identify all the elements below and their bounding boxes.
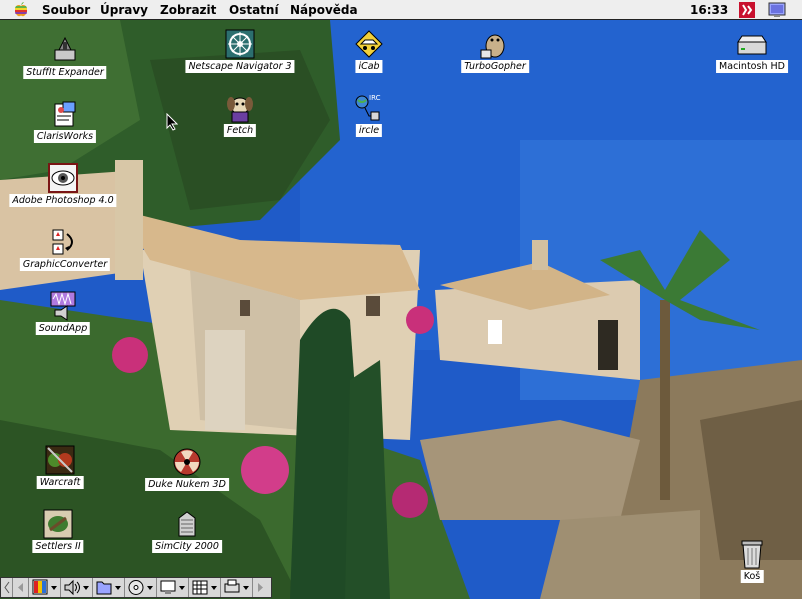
soundapp-icon [50, 291, 76, 321]
icon-ircle[interactable]: IRC ircle [314, 92, 424, 140]
icon-kos-trash[interactable]: Koš [697, 538, 802, 586]
icab-icon [355, 30, 383, 58]
control-strip[interactable] [0, 577, 272, 598]
printer-icon [224, 579, 249, 593]
control-strip-printer[interactable] [221, 578, 253, 597]
color-depth-icon [32, 579, 57, 595]
icon-turbogopher[interactable]: TurboGopher [440, 28, 550, 76]
icon-macintosh-hd[interactable]: Macintosh HD [697, 28, 802, 76]
clarisworks-icon [54, 101, 76, 127]
icon-label: GraphicConverter [19, 258, 111, 271]
graphicconverter-icon [52, 229, 73, 255]
apple-menu-icon[interactable] [13, 2, 29, 18]
control-strip-sound-volume[interactable] [61, 578, 93, 597]
icon-label: ClarisWorks [33, 130, 97, 143]
icon-label: Netscape Navigator 3 [185, 60, 295, 73]
icon-label: Macintosh HD [716, 60, 788, 73]
icon-label: Warcraft [36, 476, 84, 489]
icon-label: TurboGopher [461, 60, 529, 73]
finder-app-icon[interactable] [768, 2, 786, 18]
control-strip-monitor-resolution[interactable] [157, 578, 189, 597]
photoshop-icon [48, 163, 78, 193]
control-strip-scroll-right[interactable] [253, 578, 267, 597]
control-strip-monitor-bit-depth[interactable] [29, 578, 61, 597]
icon-label: StuffIt Expander [23, 66, 107, 79]
icon-stuffit-expander[interactable]: StuffIt Expander [10, 34, 120, 82]
icon-label: Fetch [223, 124, 257, 137]
ircle-icon: IRC [355, 94, 381, 121]
menubar-clock[interactable]: 16:33 [690, 3, 728, 17]
stuffit-icon [54, 36, 76, 61]
settlers-icon [43, 509, 73, 539]
control-strip-collapse-tab[interactable] [1, 578, 13, 597]
icon-label: SimCity 2000 [152, 540, 222, 553]
file-sharing-folder-icon [96, 581, 121, 595]
icon-fetch[interactable]: Fetch [185, 92, 295, 140]
icon-duke-nukem-3d[interactable]: Duke Nukem 3D [132, 446, 242, 494]
icon-label: ircle [355, 124, 383, 137]
turbogopher-icon [480, 34, 505, 59]
control-strip-cd-player[interactable] [125, 578, 157, 597]
icon-warcraft[interactable]: Warcraft [5, 444, 115, 492]
trash-icon [741, 540, 763, 569]
icon-label: SoundApp [35, 322, 91, 335]
simcity-building-icon [178, 511, 196, 537]
icon-label: Koš [740, 570, 764, 583]
icon-clarisworks[interactable]: ClarisWorks [10, 98, 120, 146]
icon-label: Duke Nukem 3D [145, 478, 229, 491]
arrow-left-icon [18, 583, 23, 592]
warcraft-icon [45, 445, 75, 475]
control-strip-file-sharing[interactable] [93, 578, 125, 597]
monitor-icon [160, 580, 185, 594]
icon-adobe-photoshop[interactable]: Adobe Photoshop 4.0 [8, 162, 118, 210]
icon-icab[interactable]: iCab [314, 28, 424, 76]
control-strip-appletalk[interactable] [189, 578, 221, 597]
netscape-icon [225, 29, 255, 59]
duke-nukem-radiation-icon [173, 448, 201, 476]
icon-simcity-2000[interactable]: SimCity 2000 [132, 508, 242, 556]
icon-graphicconverter[interactable]: GraphicConverter [10, 226, 120, 274]
cd-icon [128, 580, 153, 595]
fetch-dog-icon [227, 97, 253, 123]
mouse-pointer-icon [166, 113, 178, 131]
menu-zobrazit[interactable]: Zobrazit [160, 3, 216, 17]
desktop-wallpaper [0, 0, 802, 599]
application-switcher-icon[interactable] [739, 2, 755, 18]
control-strip-scroll-left[interactable] [13, 578, 29, 597]
icon-soundapp[interactable]: SoundApp [8, 290, 118, 338]
icon-label: Adobe Photoshop 4.0 [9, 194, 117, 207]
icon-label: iCab [355, 60, 383, 73]
arrow-right-icon [258, 583, 263, 592]
menu-bar: Soubor Úpravy Zobrazit Ostatní Nápověda … [0, 0, 802, 20]
network-grid-icon [192, 580, 217, 595]
menu-upravy[interactable]: Úpravy [100, 3, 148, 17]
chevron-left-icon [4, 581, 10, 594]
hard-disk-icon [737, 35, 767, 55]
menu-soubor[interactable]: Soubor [42, 3, 90, 17]
icon-label: Settlers II [32, 540, 84, 553]
desktop: Soubor Úpravy Zobrazit Ostatní Nápověda … [0, 0, 802, 599]
menu-ostatni[interactable]: Ostatní [229, 3, 279, 17]
icon-netscape-navigator[interactable]: Netscape Navigator 3 [185, 28, 295, 76]
menu-napoveda[interactable]: Nápověda [290, 3, 358, 17]
irc-badge: IRC [369, 94, 381, 102]
icon-settlers-ii[interactable]: Settlers II [3, 508, 113, 556]
speaker-icon [64, 579, 89, 596]
